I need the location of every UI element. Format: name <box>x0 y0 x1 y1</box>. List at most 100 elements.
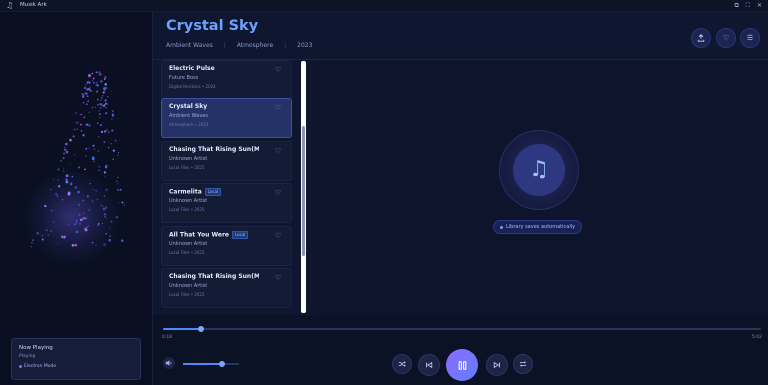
scrollbar-thumb[interactable] <box>302 126 305 256</box>
particle <box>78 166 81 169</box>
track-meta: Ambient Waves | Atmosphere | 2023 <box>166 42 313 49</box>
heart-icon[interactable]: ♡ <box>275 66 281 74</box>
particle <box>97 222 100 225</box>
particle-visualizer <box>30 71 126 248</box>
particle <box>97 103 99 106</box>
particle <box>112 110 114 112</box>
particle <box>71 243 75 247</box>
track-card[interactable]: All That You Were Local Unknown Artist Lo… <box>161 226 292 266</box>
progress-bar[interactable] <box>163 326 761 332</box>
particle <box>85 147 88 150</box>
particle <box>119 188 122 191</box>
particle <box>89 86 91 88</box>
heart-icon[interactable]: ♡ <box>275 147 281 155</box>
volume-handle[interactable] <box>219 361 226 367</box>
particle <box>111 129 114 132</box>
particle <box>85 84 87 86</box>
next-icon <box>493 361 500 369</box>
particle <box>56 195 59 198</box>
heart-icon[interactable]: ♡ <box>275 189 281 197</box>
shuffle-button[interactable] <box>392 354 412 374</box>
particle <box>65 150 69 154</box>
track-title: All That You Were <box>169 231 229 239</box>
particle <box>100 204 103 207</box>
volume-button[interactable] <box>163 357 175 369</box>
elapsed-time: 0:18 <box>162 335 173 340</box>
particle <box>92 77 95 80</box>
particle <box>75 222 78 224</box>
track-artist: Unknown Artist <box>169 156 208 162</box>
particle <box>114 140 117 142</box>
particle <box>65 178 68 181</box>
heart-icon[interactable]: ♡ <box>275 274 281 282</box>
track-card-active[interactable]: Crystal Sky Ambient Waves Atmosphere • 2… <box>161 98 292 138</box>
particle <box>81 95 85 99</box>
shuffle-icon <box>398 361 406 367</box>
track-sub: Local Files • 2025 <box>169 207 205 212</box>
close-icon[interactable]: ✕ <box>757 1 762 10</box>
particle <box>69 138 72 142</box>
particle <box>97 98 99 101</box>
repeat-button[interactable] <box>513 354 533 374</box>
particle <box>82 217 85 220</box>
previous-button[interactable] <box>418 354 440 376</box>
progress-fill <box>163 328 202 330</box>
restore-icon[interactable]: ⧉ <box>734 1 738 10</box>
particle <box>110 220 113 223</box>
particle <box>103 243 106 246</box>
particle <box>79 218 83 222</box>
particle <box>117 202 120 204</box>
particle <box>111 113 115 116</box>
favorite-button[interactable]: ♡ <box>716 28 736 48</box>
playlist-button[interactable]: ☰ <box>740 28 760 48</box>
particle <box>84 168 86 171</box>
particle <box>74 223 76 226</box>
particle <box>100 130 104 134</box>
track-card[interactable]: Chasing That Rising Sun(Ma Unknown Artis… <box>161 268 292 308</box>
volume-icon <box>165 360 172 366</box>
particle <box>76 121 79 124</box>
particle <box>80 113 83 116</box>
track-title: Chasing That Rising Sun(Ma <box>169 273 259 280</box>
visualizer-pane: Now Playing Playing Electron Mode <box>0 12 153 385</box>
volume-slider[interactable] <box>183 361 239 367</box>
particle <box>101 97 103 99</box>
particle <box>104 215 107 218</box>
particle <box>75 221 77 223</box>
particle <box>69 162 71 165</box>
particle <box>61 235 64 239</box>
particle <box>104 76 107 79</box>
progress-handle[interactable] <box>198 326 205 332</box>
particle <box>107 146 110 149</box>
maximize-icon[interactable]: ⛶ <box>746 1 750 10</box>
track-card[interactable]: Carmelita Local Unknown Artist Local File… <box>161 183 292 223</box>
status-dot-icon <box>500 225 503 229</box>
particle <box>105 112 108 115</box>
previous-icon <box>426 361 433 369</box>
album-art-placeholder: ♫ <box>499 130 579 210</box>
particle <box>107 103 109 105</box>
particle <box>49 188 52 191</box>
particle <box>106 129 108 131</box>
heart-icon[interactable]: ♡ <box>275 232 281 240</box>
local-badge: Local <box>204 188 222 196</box>
particle <box>63 152 65 155</box>
heart-icon[interactable]: ♡ <box>275 104 281 112</box>
particle <box>105 232 108 235</box>
app-title: Musik Ark <box>20 2 47 8</box>
track-card[interactable]: Chasing That Rising Sun(Ma Unknown Artis… <box>161 141 292 181</box>
particle <box>55 192 58 196</box>
particle <box>103 130 107 133</box>
library-status-pill: Library saves automatically <box>493 220 583 234</box>
next-button[interactable] <box>486 354 508 376</box>
particle <box>72 135 75 138</box>
particle <box>91 79 94 82</box>
track-list-scrollbar[interactable] <box>301 61 306 313</box>
upload-button[interactable] <box>691 28 711 48</box>
list-icon: ☰ <box>746 34 754 42</box>
music-note-icon: ♫ <box>529 157 549 182</box>
particle <box>77 203 81 206</box>
pause-icon <box>458 360 466 370</box>
track-card[interactable]: Electric Pulse Future Boss Digital Horiz… <box>161 60 292 100</box>
pause-button[interactable] <box>446 349 478 381</box>
